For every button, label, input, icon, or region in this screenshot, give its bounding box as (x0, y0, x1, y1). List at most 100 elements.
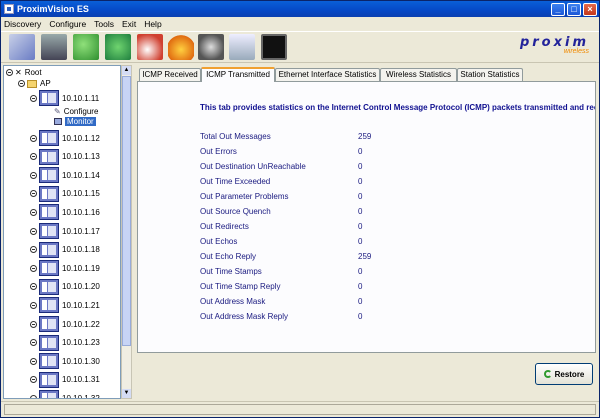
expander-icon[interactable] (30, 190, 37, 198)
close-button[interactable]: × (583, 2, 597, 16)
access-point-icon (39, 297, 59, 314)
tree-device-selected[interactable]: 10.10.1.11 (30, 90, 99, 106)
stat-value: 259 (358, 252, 372, 261)
tab-icmp-received[interactable]: ICMP Received (139, 68, 201, 82)
stat-label: Out Source Quench (200, 207, 271, 216)
access-point-icon (39, 260, 59, 277)
expander-icon[interactable] (30, 134, 37, 142)
tree-device[interactable]: 10.10.1.30 (30, 353, 100, 370)
access-point-icon (39, 204, 59, 221)
menu-exit[interactable]: Exit (122, 19, 136, 29)
menu-discovery[interactable]: Discovery (4, 19, 41, 29)
arrow-right-icon[interactable] (73, 34, 99, 60)
maximize-button[interactable]: □ (567, 2, 581, 16)
tree-device[interactable]: 10.10.1.14 (30, 167, 100, 184)
expander-icon[interactable] (30, 283, 37, 291)
tree-device[interactable]: 10.10.1.20 (30, 278, 100, 295)
tree-device[interactable]: 10.10.1.19 (30, 260, 100, 277)
title-bar[interactable]: ProximVision ES _ □ × (1, 1, 599, 17)
tree-ap[interactable]: AP (18, 79, 51, 88)
tree-device[interactable]: 10.10.1.31 (30, 371, 100, 388)
scroll-down-arrow-icon[interactable]: ▼ (122, 389, 131, 398)
alarm-bell-icon[interactable] (168, 34, 194, 60)
configure-label: Configure (63, 107, 99, 116)
scroll-up-arrow-icon[interactable]: ▲ (122, 66, 131, 75)
tree-device[interactable]: 10.10.1.22 (30, 316, 100, 332)
stat-label: Out Destination UnReachable (200, 162, 306, 171)
expander-icon[interactable] (30, 246, 37, 254)
access-point-icon (39, 334, 59, 351)
menu-help[interactable]: Help (144, 19, 161, 29)
tab-wireless-statistics[interactable]: Wireless Statistics (380, 68, 457, 82)
expander-icon[interactable] (30, 339, 37, 347)
report-icon[interactable] (229, 34, 255, 60)
minimize-button[interactable]: _ (551, 2, 565, 16)
device-label: 10.10.1.15 (62, 189, 100, 199)
tree-monitor[interactable]: Monitor (54, 117, 96, 126)
scheduler-icon[interactable] (137, 34, 163, 60)
stat-label: Out Time Stamp Reply (200, 282, 281, 291)
settings-device-icon[interactable] (198, 34, 224, 60)
icmp-transmitted-panel: This tab provides statistics on the Inte… (137, 81, 596, 353)
tree-device[interactable]: 10.10.1.23 (30, 334, 100, 351)
tree-configure[interactable]: ✎ Configure (54, 107, 98, 116)
device-label: 10.10.1.12 (62, 133, 100, 143)
expander-icon[interactable] (6, 69, 13, 76)
access-point-icon (39, 223, 59, 239)
access-point-icon (39, 130, 59, 146)
tree-device[interactable]: 10.10.1.18 (30, 241, 100, 258)
device-label: 10.10.1.21 (62, 300, 100, 310)
stat-label: Out Echos (200, 237, 238, 246)
stat-label: Out Time Stamps (200, 267, 262, 276)
refresh-icon[interactable] (105, 34, 131, 60)
tree-device[interactable]: 10.10.1.32 (30, 390, 100, 399)
expander-icon[interactable] (30, 208, 37, 216)
menu-configure[interactable]: Configure (49, 19, 86, 29)
device-tree[interactable]: ✕ Root AP 10.10.1.11 ✎ Configure Monitor 10.10.… (3, 65, 121, 399)
proxim-logo: proxim wireless (519, 35, 589, 55)
tree-device[interactable]: 10.10.1.17 (30, 223, 100, 239)
expander-icon[interactable] (30, 94, 37, 102)
expander-icon[interactable] (30, 227, 37, 235)
menu-tools[interactable]: Tools (94, 19, 114, 29)
expander-icon[interactable] (30, 394, 37, 398)
tree-root[interactable]: ✕ Root (6, 68, 42, 77)
expander-icon[interactable] (30, 153, 37, 161)
tab-station-statistics[interactable]: Station Statistics (457, 68, 523, 82)
device-label: 10.10.1.32 (62, 393, 100, 399)
expander-icon[interactable] (30, 357, 37, 365)
tree-device[interactable]: 10.10.1.21 (30, 297, 100, 314)
restore-button[interactable]: Restore (535, 363, 593, 385)
device-label: 10.10.1.22 (62, 319, 100, 329)
stat-value: 0 (358, 297, 363, 306)
device-label: 10.10.1.17 (62, 226, 100, 236)
stat-label: Out Address Mask (200, 297, 266, 306)
tab-ethernet-interface-statistics[interactable]: Ethernet Interface Statistics (275, 68, 380, 82)
restore-icon (543, 370, 552, 378)
stat-label: Out Echo Reply (200, 252, 257, 261)
device-label: 10.10.1.13 (62, 152, 100, 162)
tree-device[interactable]: 10.10.1.15 (30, 185, 100, 202)
expander-icon[interactable] (30, 171, 37, 179)
tree-device[interactable]: 10.10.1.13 (30, 148, 100, 165)
tree-scrollbar[interactable]: ▲ ▼ (121, 65, 132, 399)
expander-icon[interactable] (18, 80, 25, 87)
window-title: ProximVision ES (17, 4, 89, 14)
access-point-icon (39, 241, 59, 258)
stat-value: 0 (358, 282, 363, 291)
network-discovery-icon[interactable] (9, 34, 35, 60)
expander-icon[interactable] (30, 376, 37, 384)
tab-icmp-transmitted[interactable]: ICMP Transmitted (201, 67, 275, 82)
expander-icon[interactable] (30, 320, 37, 328)
monitor-screen-icon[interactable] (261, 34, 287, 60)
device-label: 10.10.1.30 (62, 356, 100, 366)
panel-description: This tab provides statistics on the Inte… (200, 103, 596, 112)
tree-ap-label: AP (40, 79, 51, 88)
expander-icon[interactable] (30, 264, 37, 272)
folder-icon (27, 79, 37, 88)
scroll-thumb[interactable] (122, 76, 131, 346)
switch-icon[interactable] (41, 34, 67, 60)
tree-device[interactable]: 10.10.1.12 (30, 130, 100, 146)
expander-icon[interactable] (30, 301, 37, 309)
tree-device[interactable]: 10.10.1.16 (30, 204, 100, 221)
